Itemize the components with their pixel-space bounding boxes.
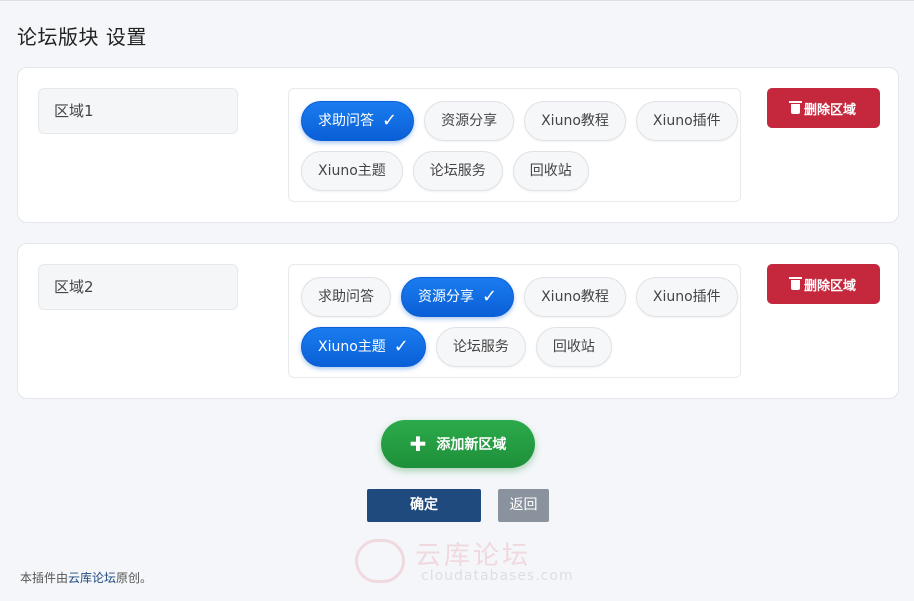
zone-name-input[interactable]: 区域2	[38, 264, 238, 310]
zone-card: 区域2 求助问答 资源分享 ✓ Xiuno教程 Xiuno插件 Xiuno主题 ✓ …	[17, 243, 899, 399]
tag-label: 回收站	[529, 163, 572, 179]
forum-tag[interactable]: Xiuno插件	[635, 277, 738, 317]
forum-tag[interactable]: 资源分享 ✓	[401, 277, 515, 317]
tag-label: 论坛服务	[452, 339, 509, 355]
forum-tag[interactable]: 论坛服务	[412, 151, 503, 191]
footer-suffix: 原创。	[116, 571, 153, 585]
forum-tag[interactable]: Xiuno教程	[524, 101, 626, 141]
tag-label: Xiuno教程	[541, 289, 609, 305]
check-icon: ✓	[382, 110, 398, 131]
delete-zone-label: 删除区域	[803, 278, 856, 294]
tag-label: Xiuno教程	[541, 113, 609, 129]
delete-zone-button[interactable]: 删除区域	[767, 264, 880, 304]
add-zone-label: 添加新区域	[436, 437, 507, 453]
footer-link[interactable]: 云库论坛	[68, 571, 116, 585]
watermark-title: 云库论坛	[415, 541, 532, 571]
watermark-logo: 云库论坛 cloudatabases.com	[355, 531, 595, 591]
forum-tag[interactable]: Xiuno教程	[524, 277, 626, 317]
forum-tag[interactable]: 回收站	[535, 327, 612, 367]
tag-label: 回收站	[552, 339, 595, 355]
forum-tag[interactable]: 回收站	[512, 151, 589, 191]
plus-icon: ✚	[409, 432, 427, 456]
zone-card: 区域1 求助问答 ✓ 资源分享 Xiuno教程 Xiuno插件 Xiuno主题 论…	[17, 67, 899, 223]
forum-tag[interactable]: Xiuno主题	[301, 151, 403, 191]
tag-label: 资源分享	[441, 113, 498, 129]
trash-icon	[788, 101, 802, 114]
watermark-subtitle: cloudatabases.com	[421, 568, 574, 584]
forum-tag[interactable]: Xiuno主题 ✓	[301, 327, 426, 367]
tag-label: Xiuno插件	[652, 289, 721, 305]
forum-tag[interactable]: 求助问答 ✓	[301, 101, 415, 141]
delete-zone-label: 删除区域	[803, 102, 856, 118]
zone-name-input[interactable]: 区域1	[38, 88, 238, 134]
check-icon: ✓	[393, 336, 409, 357]
check-icon: ✓	[482, 286, 498, 307]
tag-label: Xiuno主题	[318, 339, 386, 355]
delete-zone-button[interactable]: 删除区域	[767, 88, 880, 128]
tag-label: Xiuno插件	[652, 113, 721, 129]
tag-label: 论坛服务	[429, 163, 486, 179]
tag-label: 资源分享	[418, 289, 474, 305]
forum-tag[interactable]: 资源分享	[424, 101, 515, 141]
footer-prefix: 本插件由	[20, 571, 69, 585]
forum-tag[interactable]: Xiuno插件	[635, 101, 738, 141]
cloud-icon	[355, 539, 405, 583]
forum-tag-list: 求助问答 ✓ 资源分享 Xiuno教程 Xiuno插件 Xiuno主题 论坛服务 …	[288, 88, 741, 202]
back-button[interactable]: 返回	[498, 489, 549, 522]
page-title: 论坛版块 设置	[17, 25, 147, 49]
tag-label: Xiuno主题	[318, 163, 386, 179]
tag-label: 求助问答	[318, 113, 374, 129]
forum-tag-list: 求助问答 资源分享 ✓ Xiuno教程 Xiuno插件 Xiuno主题 ✓ 论坛服务…	[288, 264, 741, 378]
tag-label: 求助问答	[318, 289, 374, 305]
footer-note: 本插件由云库论坛原创。	[20, 569, 152, 586]
forum-tag[interactable]: 求助问答	[301, 277, 391, 317]
trash-icon	[788, 277, 802, 290]
confirm-button[interactable]: 确定	[367, 489, 481, 522]
add-zone-button[interactable]: ✚ 添加新区域	[381, 420, 535, 468]
forum-tag[interactable]: 论坛服务	[435, 327, 526, 367]
